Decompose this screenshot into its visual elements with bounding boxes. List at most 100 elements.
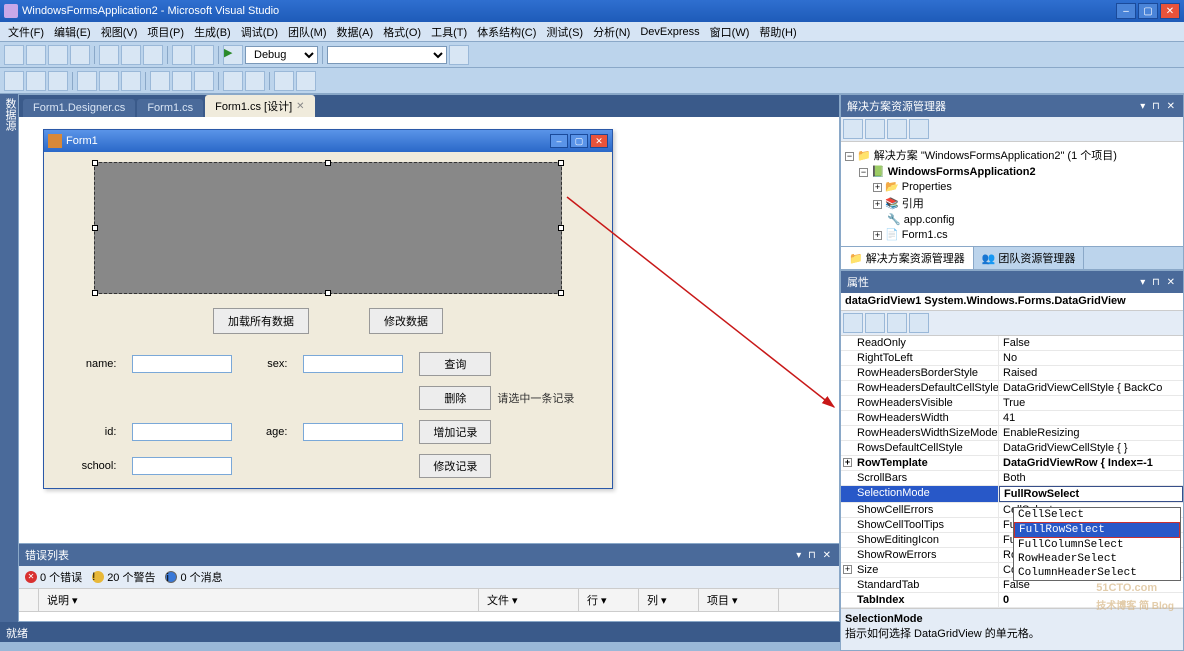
menu-item[interactable]: 项目(P): [143, 22, 188, 42]
toolbar-undo[interactable]: [172, 45, 192, 65]
menu-item[interactable]: 编辑(E): [50, 22, 95, 42]
property-row[interactable]: RowsDefaultCellStyleDataGridViewCellStyl…: [841, 441, 1183, 456]
references-node[interactable]: 引用: [902, 198, 924, 210]
menu-item[interactable]: 格式(O): [379, 22, 425, 42]
property-row[interactable]: RowHeadersWidthSizeModeEnableResizing: [841, 426, 1183, 441]
doc-tab[interactable]: Form1.Designer.cs: [23, 99, 135, 117]
toolbar-find[interactable]: [449, 45, 469, 65]
delete-button[interactable]: 删除: [419, 386, 491, 410]
property-object-selector[interactable]: dataGridView1 System.Windows.Forms.DataG…: [841, 293, 1183, 311]
properties-node[interactable]: Properties: [902, 181, 952, 193]
toolbar-copy[interactable]: [121, 45, 141, 65]
property-row[interactable]: RowHeadersVisibleTrue: [841, 396, 1183, 411]
property-row[interactable]: RowHeadersBorderStyleRaised: [841, 366, 1183, 381]
selectionmode-dropdown[interactable]: CellSelectFullRowSelectFullColumnSelectR…: [1013, 507, 1181, 581]
expand-icon[interactable]: −: [845, 152, 854, 161]
property-row[interactable]: ReadOnlyFalse: [841, 336, 1183, 351]
toolbar-cut[interactable]: [99, 45, 119, 65]
messages-filter[interactable]: i0 个消息: [165, 569, 222, 585]
menu-item[interactable]: 体系结构(C): [473, 22, 540, 42]
menu-item[interactable]: 视图(V): [97, 22, 142, 42]
solution-tree[interactable]: −📁 解决方案 "WindowsFormsApplication2" (1 个项…: [845, 146, 1179, 242]
dropdown-option[interactable]: CellSelect: [1014, 508, 1180, 522]
errorlist-col[interactable]: 说明 ▾: [39, 589, 479, 611]
same-width[interactable]: [150, 71, 170, 91]
menu-item[interactable]: 窗口(W): [706, 22, 754, 42]
solution-explorer-tab[interactable]: 📁 解决方案资源管理器: [841, 247, 974, 269]
dropdown-option[interactable]: FullColumnSelect: [1014, 538, 1180, 552]
dropdown-option[interactable]: FullRowSelect: [1014, 522, 1180, 538]
datasource-tab[interactable]: 数据源: [2, 98, 18, 618]
form-close-button[interactable]: ✕: [590, 134, 608, 148]
toolbar-paste[interactable]: [143, 45, 163, 65]
expand-icon[interactable]: +: [873, 231, 882, 240]
age-field[interactable]: [303, 423, 403, 441]
menu-item[interactable]: 调试(D): [237, 22, 282, 42]
property-row[interactable]: RowHeadersDefaultCellStyleDataGridViewCe…: [841, 381, 1183, 396]
id-field[interactable]: [132, 423, 232, 441]
query-button[interactable]: 查询: [419, 352, 491, 376]
name-field[interactable]: [132, 355, 232, 373]
maximize-button[interactable]: ▢: [1138, 3, 1158, 19]
panel-pins[interactable]: ▾ ⊓ ✕: [796, 550, 833, 561]
toolbar-start[interactable]: ▶: [223, 45, 243, 65]
project-node[interactable]: WindowsFormsApplication2: [888, 166, 1036, 178]
align-top[interactable]: [77, 71, 97, 91]
menu-item[interactable]: DevExpress: [636, 24, 703, 40]
property-row[interactable]: RowHeadersWidth41: [841, 411, 1183, 426]
errorlist-col[interactable]: 项目 ▾: [699, 589, 779, 611]
menu-item[interactable]: 团队(M): [284, 22, 331, 42]
menu-item[interactable]: 工具(T): [427, 22, 471, 42]
errorlist-col[interactable]: [19, 589, 39, 611]
align-right[interactable]: [48, 71, 68, 91]
same-height[interactable]: [172, 71, 192, 91]
designer-surface[interactable]: Form1 – ▢ ✕: [19, 117, 839, 543]
toolbar-open[interactable]: [26, 45, 46, 65]
modify-record-button[interactable]: 修改记录: [419, 454, 491, 478]
property-row[interactable]: RowTemplate+DataGridViewRow { Index=-1: [841, 456, 1183, 471]
toolbar-saveall[interactable]: [70, 45, 90, 65]
categorized-button[interactable]: [843, 313, 863, 333]
expand-icon[interactable]: +: [843, 458, 852, 467]
team-explorer-tab[interactable]: 👥 团队资源管理器: [974, 247, 1085, 269]
form1cs-node[interactable]: Form1.cs: [902, 229, 948, 241]
modify-data-button[interactable]: 修改数据: [369, 308, 443, 334]
warnings-filter[interactable]: !20 个警告: [92, 569, 155, 585]
align-middle[interactable]: [99, 71, 119, 91]
property-row[interactable]: RightToLeftNo: [841, 351, 1183, 366]
expand-icon[interactable]: +: [843, 565, 852, 574]
property-row[interactable]: ScrollBarsBoth: [841, 471, 1183, 486]
bring-front[interactable]: [274, 71, 294, 91]
property-row[interactable]: SelectionModeFullRowSelect: [841, 486, 1183, 503]
minimize-button[interactable]: –: [1116, 3, 1136, 19]
errorlist-col[interactable]: 行 ▾: [579, 589, 639, 611]
toolbar-save[interactable]: [48, 45, 68, 65]
errorlist-col[interactable]: 列 ▾: [639, 589, 699, 611]
menu-item[interactable]: 文件(F): [4, 22, 48, 42]
sol-home[interactable]: [843, 119, 863, 139]
form-max-button[interactable]: ▢: [570, 134, 588, 148]
send-back[interactable]: [296, 71, 316, 91]
sol-showall[interactable]: [887, 119, 907, 139]
dropdown-option[interactable]: RowHeaderSelect: [1014, 552, 1180, 566]
form-min-button[interactable]: –: [550, 134, 568, 148]
properties-button[interactable]: [887, 313, 907, 333]
menu-item[interactable]: 生成(B): [190, 22, 235, 42]
align-center[interactable]: [26, 71, 46, 91]
add-record-button[interactable]: 增加记录: [419, 420, 491, 444]
hspace[interactable]: [223, 71, 243, 91]
toolbar-new[interactable]: [4, 45, 24, 65]
appconfig-node[interactable]: app.config: [904, 214, 955, 226]
close-icon[interactable]: ✕: [296, 101, 304, 112]
platform-combo[interactable]: [327, 46, 447, 64]
same-size[interactable]: [194, 71, 214, 91]
menu-item[interactable]: 帮助(H): [755, 22, 800, 42]
panel-pins[interactable]: ▾ ⊓ ✕: [1140, 277, 1177, 288]
align-bottom[interactable]: [121, 71, 141, 91]
menu-item[interactable]: 测试(S): [542, 22, 587, 42]
sex-field[interactable]: [303, 355, 403, 373]
doc-tab[interactable]: Form1.cs: [137, 99, 203, 117]
align-left[interactable]: [4, 71, 24, 91]
alphabetical-button[interactable]: [865, 313, 885, 333]
doc-tab[interactable]: Form1.cs [设计]✕: [205, 95, 314, 117]
